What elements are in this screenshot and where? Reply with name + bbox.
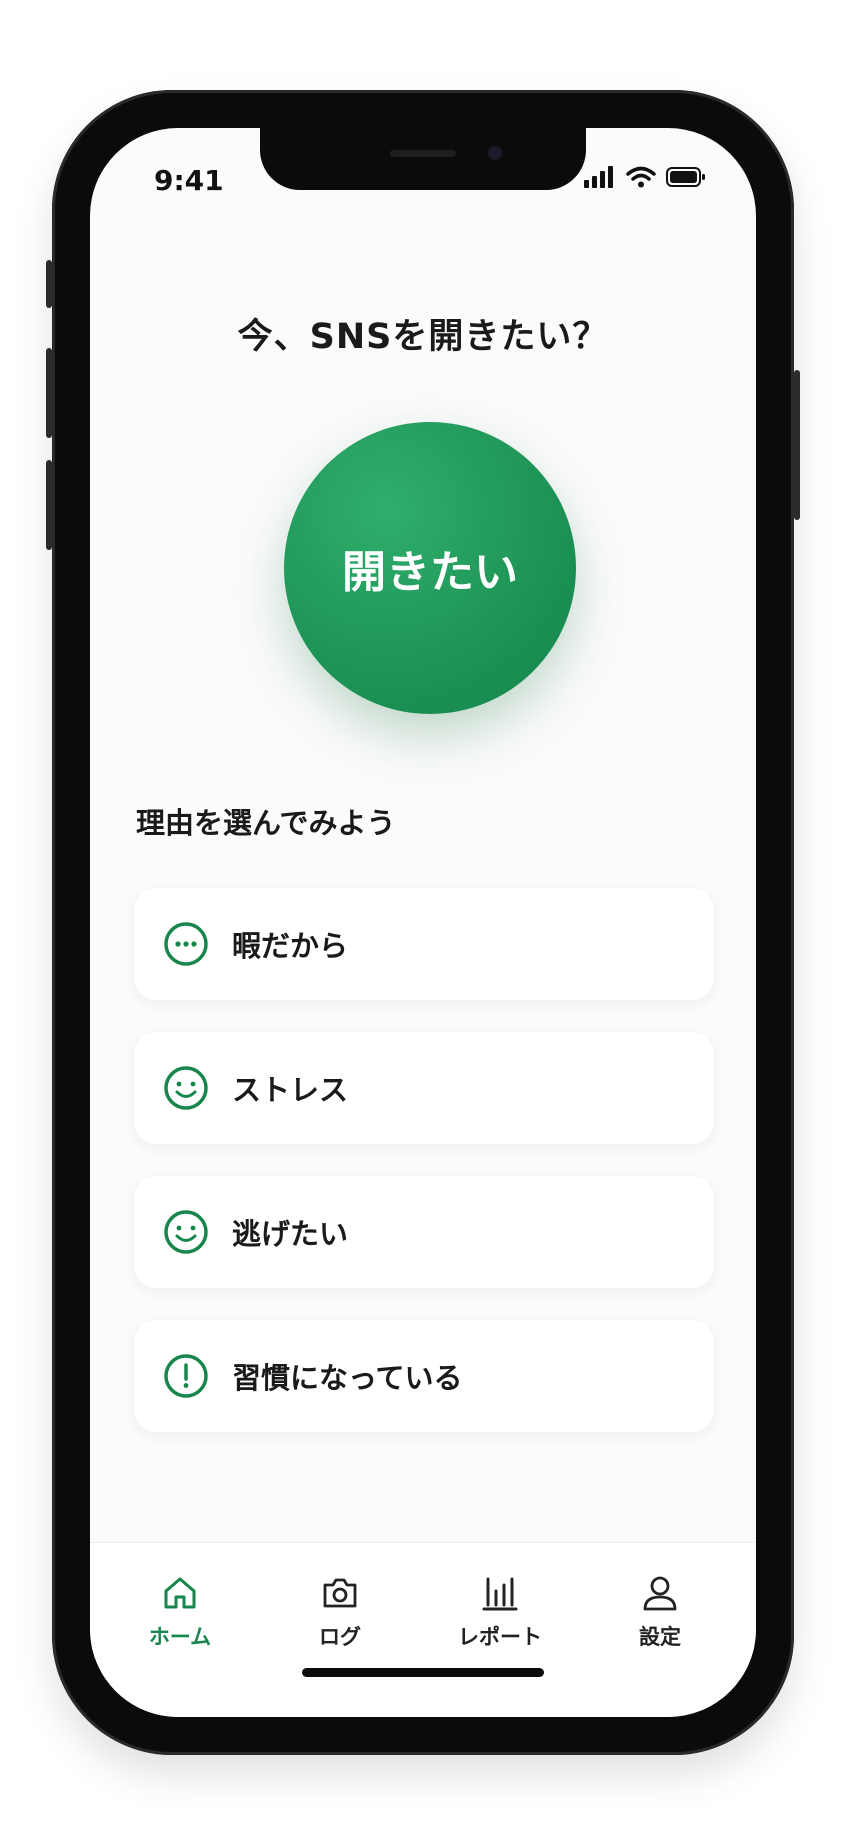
reason-label: ストレス bbox=[232, 1073, 349, 1107]
reason-option-stress[interactable]: ストレス bbox=[134, 1032, 714, 1144]
page-title: 今、SNSを開きたい？ bbox=[237, 317, 609, 357]
camera-icon bbox=[323, 1578, 357, 1608]
reason-option-habit[interactable]: 習慣になっている bbox=[134, 1320, 714, 1432]
reason-label: 逃げたい bbox=[232, 1217, 349, 1251]
tab-report[interactable]: レポート bbox=[440, 1573, 560, 1651]
battery-icon bbox=[666, 167, 705, 187]
volume-down-button bbox=[46, 460, 52, 550]
tab-label: ログ bbox=[319, 1625, 361, 1649]
silent-switch bbox=[46, 260, 52, 308]
tab-bar: ホーム ログ レポート 設定 bbox=[90, 1542, 756, 1717]
status-icons bbox=[584, 166, 706, 188]
home-icon bbox=[164, 1577, 196, 1609]
want-to-open-label: 開きたい bbox=[342, 547, 518, 598]
reason-label: 暇だから bbox=[232, 929, 349, 963]
signal-icon bbox=[584, 166, 613, 188]
tab-label: ホーム bbox=[148, 1625, 212, 1649]
tab-log[interactable]: ログ bbox=[280, 1573, 400, 1651]
speaker bbox=[390, 150, 456, 157]
tab-settings[interactable]: 設定 bbox=[600, 1573, 720, 1651]
screen: 9:41 今、SNSを開きたい？ 開きたい 理由を選んでみよう 暇だから ストレ… bbox=[90, 128, 756, 1717]
smile-icon bbox=[162, 1064, 210, 1112]
tab-label: 設定 bbox=[639, 1625, 681, 1649]
front-camera bbox=[488, 146, 502, 160]
notch bbox=[260, 128, 586, 190]
power-button bbox=[794, 370, 800, 520]
dots-circle-icon bbox=[162, 920, 210, 968]
tab-home[interactable]: ホーム bbox=[120, 1573, 240, 1651]
tab-label: レポート bbox=[458, 1625, 542, 1649]
reason-prompt: 理由を選んでみよう bbox=[136, 806, 396, 840]
user-icon bbox=[643, 1576, 677, 1611]
exclamation-circle-icon bbox=[162, 1352, 210, 1400]
smile-icon bbox=[162, 1208, 210, 1256]
phone-frame: 9:41 今、SNSを開きたい？ 開きたい 理由を選んでみよう 暇だから ストレ… bbox=[46, 90, 800, 1755]
volume-up-button bbox=[46, 348, 52, 438]
home-indicator[interactable] bbox=[302, 1668, 544, 1677]
wifi-icon bbox=[626, 166, 656, 188]
reason-option-bored[interactable]: 暇だから bbox=[134, 888, 714, 1000]
chart-icon bbox=[482, 1577, 518, 1611]
reason-option-escape[interactable]: 逃げたい bbox=[134, 1176, 714, 1288]
reason-label: 習慣になっている bbox=[232, 1361, 463, 1395]
want-to-open-button[interactable]: 開きたい bbox=[284, 422, 576, 714]
status-time: 9:41 bbox=[154, 164, 224, 197]
